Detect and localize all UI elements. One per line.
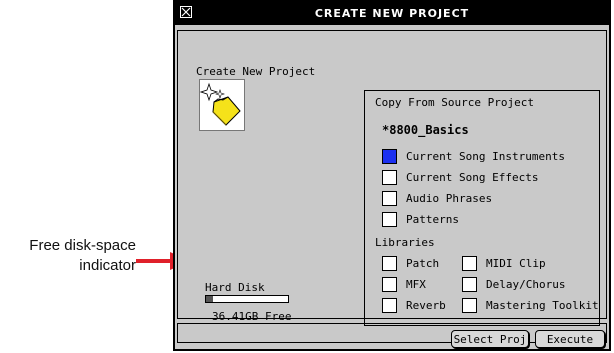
checkbox-delay-chorus[interactable] <box>462 277 477 292</box>
checkbox-mastering-toolkit[interactable] <box>462 298 477 313</box>
library-label-reverb: Reverb <box>406 299 446 312</box>
checkbox-patch[interactable] <box>382 256 397 271</box>
hard-disk-label: Hard Disk <box>205 281 265 294</box>
checkbox-current-song-instruments[interactable] <box>382 149 397 164</box>
option-label-patterns: Patterns <box>406 213 459 226</box>
create-project-label: Create New Project <box>196 65 316 78</box>
checkbox-current-song-effects[interactable] <box>382 170 397 185</box>
free-space-value: 36.41GB Free <box>212 310 292 323</box>
library-label-midi-clip: MIDI Clip <box>486 257 546 270</box>
library-label-mastering-toolkit: Mastering Toolkit <box>486 299 599 312</box>
library-label-delay-chorus: Delay/Chorus <box>486 278 566 291</box>
checkbox-audio-phrases[interactable] <box>382 191 397 206</box>
library-label-mfx: MFX <box>406 278 426 291</box>
checkbox-reverb[interactable] <box>382 298 397 313</box>
checkbox-midi-clip[interactable] <box>462 256 477 271</box>
close-icon[interactable] <box>180 6 192 18</box>
execute-button[interactable]: Execute <box>535 330 605 348</box>
libraries-heading: Libraries <box>375 236 435 249</box>
copy-source-heading: Copy From Source Project <box>375 96 534 109</box>
annotation-line-2: indicator <box>79 257 136 274</box>
option-label-current-song-effects: Current Song Effects <box>406 171 539 184</box>
title-bar: CREATE NEW PROJECT <box>175 2 609 25</box>
disk-space-fill <box>206 296 213 302</box>
library-label-patch: Patch <box>406 257 440 270</box>
new-project-folder-icon <box>199 79 245 131</box>
source-project-name: *8800_Basics <box>382 123 469 137</box>
select-proj-button[interactable]: Select Proj <box>451 330 529 348</box>
annotation-callout: Free disk-space indicator <box>10 236 136 276</box>
create-project-window: CREATE NEW PROJECT Create New Project Ha… <box>173 0 611 351</box>
copy-from-source-group: Copy From Source Project *8800_Basics Cu… <box>364 90 600 326</box>
checkbox-mfx[interactable] <box>382 277 397 292</box>
option-label-audio-phrases: Audio Phrases <box>406 192 493 205</box>
option-label-current-song-instruments: Current Song Instruments <box>406 150 565 163</box>
annotation-line-1: Free disk-space <box>29 237 136 254</box>
window-title: CREATE NEW PROJECT <box>314 7 470 20</box>
content-panel: Create New Project Hard Disk 36.41GB Fre… <box>177 30 607 326</box>
disk-space-bar <box>205 295 289 303</box>
checkbox-patterns[interactable] <box>382 212 397 227</box>
